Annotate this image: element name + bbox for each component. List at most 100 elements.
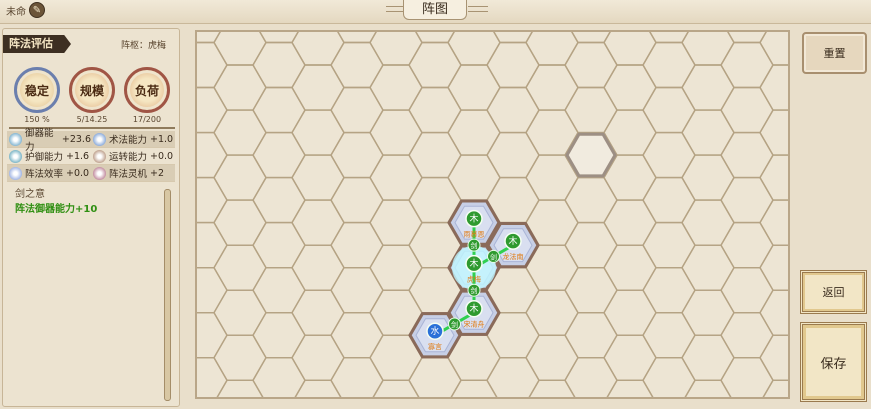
empty-hex-slot[interactable] <box>603 64 657 111</box>
empty-hex-slot[interactable] <box>369 154 423 201</box>
empty-hex-slot[interactable] <box>681 32 735 66</box>
empty-hex-slot[interactable] <box>291 32 345 66</box>
empty-hex-slot[interactable] <box>564 221 618 269</box>
empty-hex-slot[interactable] <box>252 312 306 359</box>
empty-hex-slot[interactable] <box>291 334 345 381</box>
empty-hex-slot[interactable] <box>330 131 384 179</box>
empty-hex-slot[interactable] <box>197 176 228 224</box>
empty-hex-slot[interactable] <box>720 221 774 269</box>
empty-hex-slot[interactable] <box>291 154 345 201</box>
empty-hex-slot[interactable] <box>759 109 790 156</box>
empty-hex-slot[interactable] <box>369 199 423 246</box>
empty-hex-slot[interactable] <box>252 131 306 179</box>
formation-board[interactable]: 剑剑剑剑木雨慕恩木龙法南木虎梅木宋清舟水寡言 <box>195 30 790 399</box>
empty-hex-slot[interactable] <box>603 32 657 66</box>
save-button[interactable]: 保存 <box>800 322 867 402</box>
empty-hex-slot[interactable] <box>213 289 267 336</box>
empty-hex-slot[interactable] <box>642 176 696 224</box>
empty-hex-slot[interactable] <box>720 131 774 179</box>
empty-hex-slot[interactable] <box>564 266 618 314</box>
empty-hex-slot[interactable] <box>330 176 384 224</box>
empty-hex-slot[interactable] <box>681 109 735 156</box>
empty-hex-slot[interactable] <box>525 64 579 111</box>
empty-hex-slot[interactable] <box>642 131 696 179</box>
empty-hex-slot[interactable] <box>603 244 657 291</box>
empty-hex-slot[interactable] <box>447 64 501 111</box>
empty-hex-slot[interactable] <box>642 266 696 314</box>
empty-hex-slot[interactable] <box>252 41 306 89</box>
empty-hex-slot[interactable] <box>720 86 774 134</box>
empty-hex-slot[interactable] <box>369 109 423 156</box>
empty-hex-slot[interactable] <box>681 154 735 201</box>
empty-hex-slot[interactable] <box>291 199 345 246</box>
empty-hex-slot[interactable] <box>681 289 735 336</box>
empty-hex-slot[interactable] <box>252 266 306 314</box>
empty-hex-slot[interactable] <box>759 32 790 66</box>
empty-hex-slot[interactable] <box>681 199 735 246</box>
empty-hex-slot[interactable] <box>369 244 423 291</box>
empty-hex-slot[interactable] <box>447 32 501 66</box>
empty-hex-slot[interactable] <box>213 244 267 291</box>
reset-button[interactable]: 重置 <box>802 32 867 74</box>
empty-hex-slot[interactable] <box>408 86 462 134</box>
back-button[interactable]: 返回 <box>800 270 867 314</box>
empty-hex-slot[interactable] <box>330 312 384 359</box>
empty-hex-slot[interactable] <box>291 64 345 111</box>
empty-hex-slot[interactable] <box>720 266 774 314</box>
empty-hex-slot[interactable] <box>681 244 735 291</box>
empty-hex-slot[interactable] <box>720 41 774 89</box>
empty-hex-slot[interactable] <box>486 86 540 134</box>
empty-hex-slot[interactable] <box>603 289 657 336</box>
empty-hex-slot[interactable] <box>197 41 228 89</box>
empty-hex-slot[interactable] <box>447 109 501 156</box>
empty-hex-slot[interactable] <box>564 41 618 89</box>
empty-hex-slot[interactable] <box>330 41 384 89</box>
empty-hex-slot[interactable] <box>720 176 774 224</box>
empty-hex-slot[interactable] <box>252 86 306 134</box>
empty-hex-slot[interactable] <box>197 266 228 314</box>
empty-hex-slot[interactable] <box>603 199 657 246</box>
empty-hex-slot[interactable] <box>564 176 618 224</box>
empty-hex-slot[interactable] <box>525 289 579 336</box>
empty-hex-slot[interactable] <box>642 41 696 89</box>
empty-hex-slot[interactable] <box>291 109 345 156</box>
empty-hex-slot[interactable] <box>447 154 501 201</box>
empty-hex-slot[interactable] <box>213 154 267 201</box>
empty-hex-slot[interactable] <box>486 131 540 179</box>
empty-hex-slot[interactable] <box>759 244 790 291</box>
empty-hex-slot[interactable] <box>525 334 579 381</box>
empty-hex-slot[interactable] <box>197 131 228 179</box>
selected-hex-slot[interactable] <box>565 132 617 178</box>
empty-hex-slot[interactable] <box>213 334 267 381</box>
empty-hex-slot[interactable] <box>197 86 228 134</box>
empty-hex-slot[interactable] <box>197 357 228 399</box>
brush-icon[interactable]: ✎ <box>29 2 45 18</box>
empty-hex-slot[interactable] <box>486 41 540 89</box>
empty-hex-slot[interactable] <box>720 312 774 359</box>
empty-hex-slot[interactable] <box>681 64 735 111</box>
empty-hex-slot[interactable] <box>564 312 618 359</box>
empty-hex-slot[interactable] <box>759 154 790 201</box>
empty-hex-slot[interactable] <box>759 334 790 381</box>
empty-hex-slot[interactable] <box>408 41 462 89</box>
empty-hex-slot[interactable] <box>252 176 306 224</box>
empty-hex-slot[interactable] <box>759 199 790 246</box>
empty-hex-slot[interactable] <box>603 334 657 381</box>
empty-hex-slot[interactable] <box>642 312 696 359</box>
empty-hex-slot[interactable] <box>197 221 228 269</box>
empty-hex-slot[interactable] <box>525 32 579 66</box>
empty-hex-slot[interactable] <box>759 64 790 111</box>
formation-name[interactable]: 未命 ✎ <box>6 2 45 18</box>
hex-grid[interactable]: 剑剑剑剑木雨慕恩木龙法南木虎梅木宋清舟水寡言 <box>197 32 790 399</box>
empty-hex-slot[interactable] <box>213 64 267 111</box>
empty-hex-slot[interactable] <box>642 221 696 269</box>
empty-hex-slot[interactable] <box>330 221 384 269</box>
empty-hex-slot[interactable] <box>197 312 228 359</box>
empty-hex-slot[interactable] <box>213 32 267 66</box>
empty-hex-slot[interactable] <box>369 32 423 66</box>
empty-hex-slot[interactable] <box>291 244 345 291</box>
empty-hex-slot[interactable] <box>330 266 384 314</box>
empty-hex-slot[interactable] <box>760 379 790 399</box>
empty-hex-slot[interactable] <box>759 289 790 336</box>
empty-hex-slot[interactable] <box>291 289 345 336</box>
